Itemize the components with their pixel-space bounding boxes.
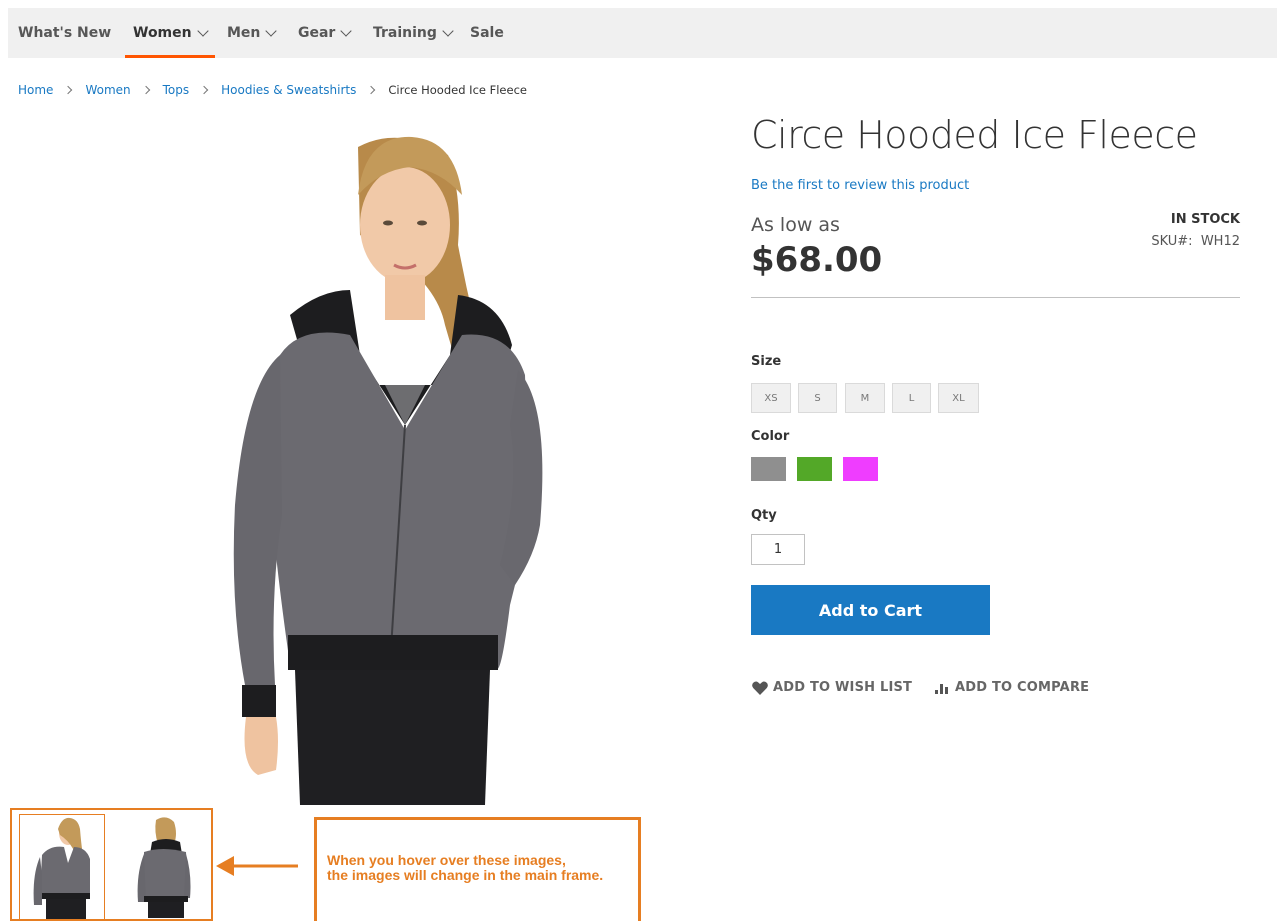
compare-label: ADD TO COMPARE	[955, 680, 1090, 695]
breadcrumb-home[interactable]: Home	[18, 83, 53, 97]
color-option-gray[interactable]	[751, 457, 786, 481]
size-option-xl[interactable]: XL	[938, 383, 979, 413]
nav-item-label: Sale	[470, 25, 504, 41]
arrow-left-icon	[216, 856, 298, 876]
add-to-cart-button[interactable]: Add to Cart	[751, 585, 990, 635]
size-option-s[interactable]: S	[798, 383, 837, 413]
breadcrumb: Home Women Tops Hoodies & Sweatshirts Ci…	[18, 82, 527, 98]
chevron-down-icon	[196, 24, 209, 37]
nav-item-men[interactable]: Men	[227, 8, 278, 58]
thumbnail-gallery	[10, 808, 213, 921]
sku: SKU#: WH12	[1151, 234, 1240, 249]
nav-item-training[interactable]: Training	[373, 8, 454, 58]
price-label: As low as	[751, 214, 840, 236]
wishlist-label: ADD TO WISH LIST	[773, 680, 913, 695]
nav-item-sale[interactable]: Sale	[470, 8, 504, 58]
breadcrumb-women[interactable]: Women	[85, 83, 130, 97]
nav-item-whats-new[interactable]: What's New	[18, 8, 111, 58]
thumbnail-back[interactable]	[122, 814, 208, 920]
thumbnail-front[interactable]	[19, 814, 105, 920]
size-option-l[interactable]: L	[892, 383, 931, 413]
chevron-right-icon	[141, 85, 150, 95]
size-label: Size	[751, 354, 782, 369]
qty-label: Qty	[751, 508, 777, 523]
breadcrumb-current: Circe Hooded Ice Fleece	[388, 83, 527, 97]
add-to-compare-link[interactable]: ADD TO COMPARE	[934, 680, 1089, 695]
top-navigation: What's New Women Men Gear Training Sale	[8, 8, 1277, 58]
size-option-xs[interactable]: XS	[751, 383, 791, 413]
nav-item-label: What's New	[18, 25, 112, 41]
nav-item-label: Training	[373, 25, 437, 41]
size-option-m[interactable]: M	[845, 383, 885, 413]
chevron-down-icon	[340, 24, 353, 37]
color-option-purple[interactable]	[843, 457, 878, 481]
product-main-image[interactable]	[200, 125, 550, 805]
nav-item-label: Men	[227, 25, 261, 41]
qty-input[interactable]	[751, 534, 805, 565]
nav-item-label: Gear	[298, 25, 336, 41]
breadcrumb-tops[interactable]: Tops	[163, 83, 190, 97]
chevron-down-icon	[265, 24, 278, 37]
annotation-text: When you hover over these images, the im…	[327, 852, 604, 883]
heart-icon	[752, 681, 768, 695]
nav-item-women[interactable]: Women	[125, 8, 215, 58]
annotation-box: When you hover over these images, the im…	[314, 817, 641, 921]
chevron-right-icon	[367, 85, 376, 95]
bar-chart-icon	[935, 683, 948, 694]
chevron-right-icon	[199, 85, 209, 95]
nav-item-label: Women	[133, 25, 192, 41]
nav-item-gear[interactable]: Gear	[298, 8, 353, 58]
color-label: Color	[751, 429, 790, 444]
color-option-green[interactable]	[797, 457, 832, 481]
divider	[751, 297, 1240, 298]
breadcrumb-hoodies-sweatshirts[interactable]: Hoodies & Sweatshirts	[221, 83, 356, 97]
sku-label: SKU#:	[1151, 234, 1193, 249]
stock-status: IN STOCK	[1170, 212, 1240, 227]
sku-value: WH12	[1200, 234, 1240, 249]
review-link[interactable]: Be the first to review this product	[751, 178, 969, 193]
product-price: $68.00	[751, 240, 883, 280]
chevron-right-icon	[64, 85, 73, 95]
add-to-wishlist-link[interactable]: ADD TO WISH LIST	[752, 680, 912, 695]
page-title: Circe Hooded Ice Fleece	[751, 113, 1198, 157]
chevron-down-icon	[442, 24, 454, 37]
